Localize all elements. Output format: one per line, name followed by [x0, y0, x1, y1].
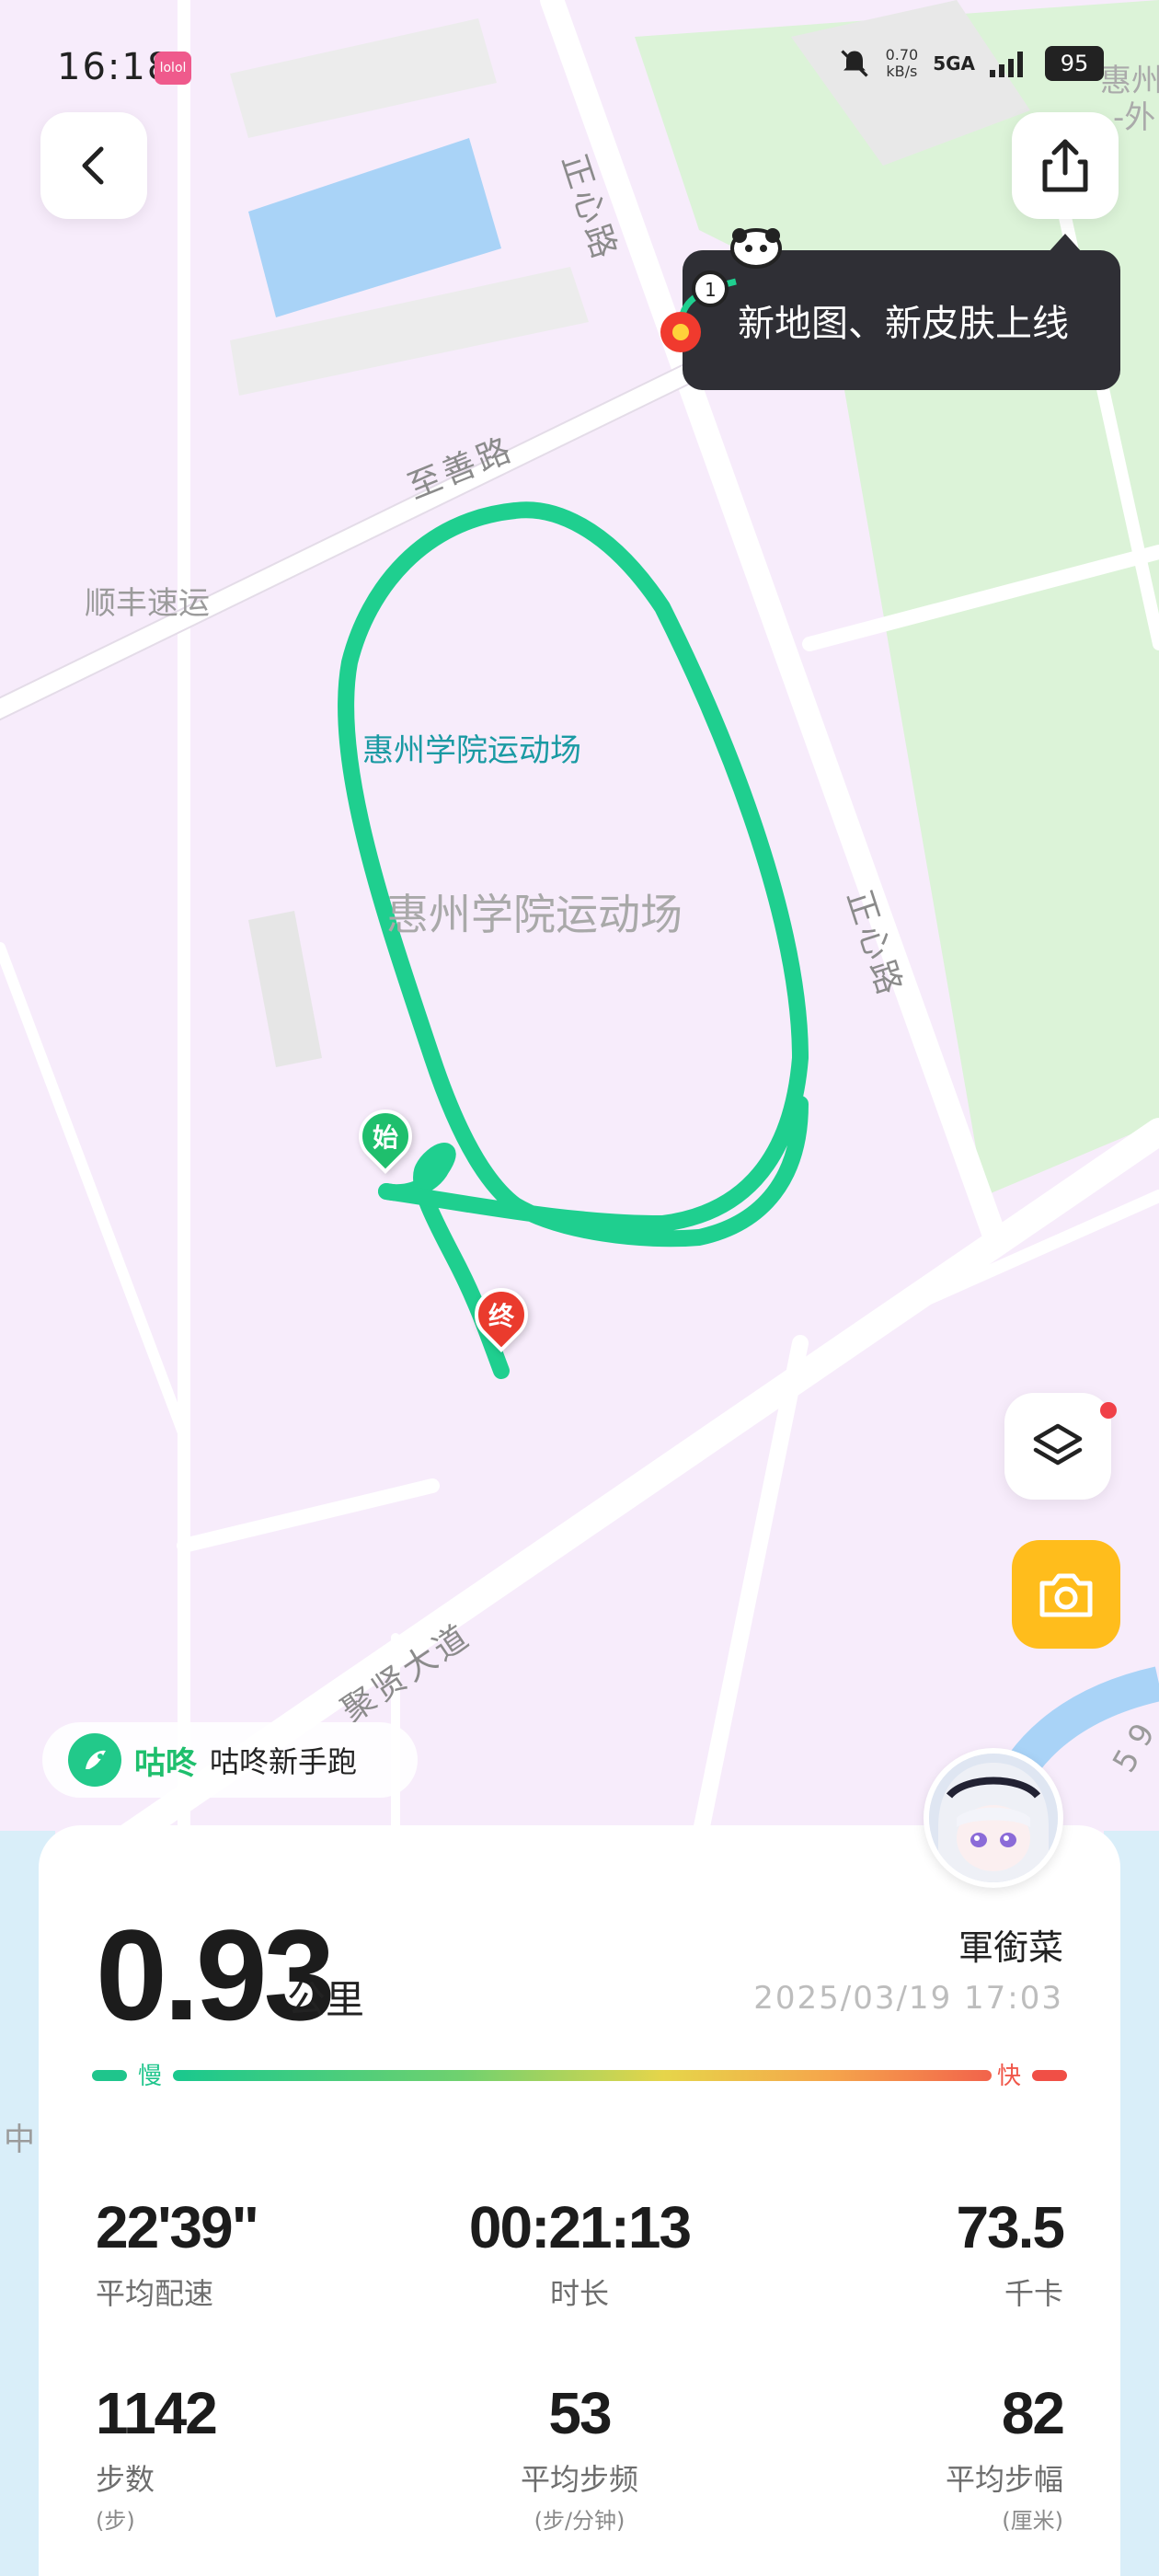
stat-avg-pace: 22'39" 平均配速	[96, 2193, 259, 2313]
share-button[interactable]	[1012, 112, 1119, 219]
stat-duration: 00:21:13 时长	[442, 2193, 717, 2313]
avatar-image	[929, 1754, 1058, 1882]
notification-dot	[1100, 1402, 1117, 1419]
brand-name: 咕咚	[134, 1744, 197, 1782]
back-button[interactable]	[40, 112, 147, 219]
start-marker-label: 始	[372, 1122, 399, 1154]
duration-label: 时长	[549, 2276, 609, 2311]
poi-stadium-small: 惠州学院运动场	[362, 732, 581, 769]
cadence-unit: (步/分钟)	[534, 2508, 625, 2534]
poi-edge-left: 中	[4, 2122, 35, 2158]
brand-pill: 咕咚 咕咚新手跑	[42, 1722, 418, 1798]
layers-icon	[1033, 1423, 1083, 1466]
username: 軍銜菜	[958, 1927, 1063, 1968]
pace-fast-label: 快	[997, 2063, 1022, 2090]
pace-gradient	[173, 2070, 992, 2081]
cadence-value: 53	[548, 2380, 612, 2446]
chevron-left-icon	[82, 146, 104, 185]
pace-legend-bar: 慢 快	[92, 2063, 1067, 2090]
stride-unit: (厘米)	[1002, 2508, 1063, 2534]
network-type: 5GA	[933, 52, 975, 75]
stride-label: 平均步幅	[945, 2462, 1063, 2497]
stride-value: 82	[1001, 2380, 1065, 2446]
calories-label: 千卡	[1004, 2276, 1063, 2311]
svg-text:1: 1	[705, 279, 717, 301]
signal-bars-icon	[990, 52, 1023, 77]
codoon-logo-icon	[68, 1733, 121, 1787]
steps-unit: (步)	[96, 2508, 135, 2534]
poi-shunfeng: 顺丰速运	[85, 585, 210, 622]
status-bar: 16:18 lolol 0.70 kB/s 5GA 95	[0, 37, 1159, 101]
duration-value: 00:21:13	[468, 2194, 692, 2260]
stat-steps: 1142 步数 (步)	[96, 2379, 218, 2535]
mascot-flower-icon: 1	[660, 228, 782, 352]
brand-slogan: 咕咚新手跑	[210, 1744, 358, 1779]
net-speed-value: 0.70	[885, 46, 919, 63]
battery-indicator: 95	[1045, 46, 1104, 81]
distance-unit: 公里	[287, 1977, 365, 2022]
net-speed: 0.70 kB/s	[886, 47, 919, 80]
pace-slow-segment	[92, 2070, 127, 2081]
stat-calories: 73.5 千卡	[956, 2193, 1065, 2313]
camera-icon	[1039, 1573, 1093, 1617]
avg-pace-value: 22'39"	[96, 2194, 259, 2260]
calories-value: 73.5	[956, 2194, 1065, 2260]
app-badge-icon: lolol	[155, 52, 191, 85]
pace-fast-segment	[1032, 2070, 1067, 2081]
mute-bell-icon	[840, 50, 868, 77]
stat-cadence: 53 平均步频 (步/分钟)	[442, 2379, 717, 2535]
steps-label: 步数	[96, 2462, 155, 2497]
end-marker-label: 终	[488, 1301, 515, 1332]
steps-value: 1142	[96, 2380, 218, 2446]
map-layers-button[interactable]	[1004, 1393, 1111, 1500]
poi-stadium-big: 惠州学院运动场	[386, 890, 683, 939]
stat-stride: 82 平均步幅 (厘米)	[945, 2379, 1065, 2535]
camera-button[interactable]	[1012, 1540, 1120, 1649]
run-date: 2025/03/19 17:03	[753, 1980, 1063, 2017]
tooltip-arrow	[1049, 234, 1082, 252]
net-speed-unit: kB/s	[886, 63, 918, 80]
pace-slow-label: 慢	[138, 2063, 163, 2090]
share-icon	[1042, 139, 1088, 192]
cadence-label: 平均步频	[520, 2462, 638, 2497]
status-right: 0.70 kB/s 5GA 95	[838, 46, 1104, 81]
avg-pace-label: 平均配速	[96, 2276, 214, 2311]
avatar[interactable]	[924, 1748, 1063, 1888]
